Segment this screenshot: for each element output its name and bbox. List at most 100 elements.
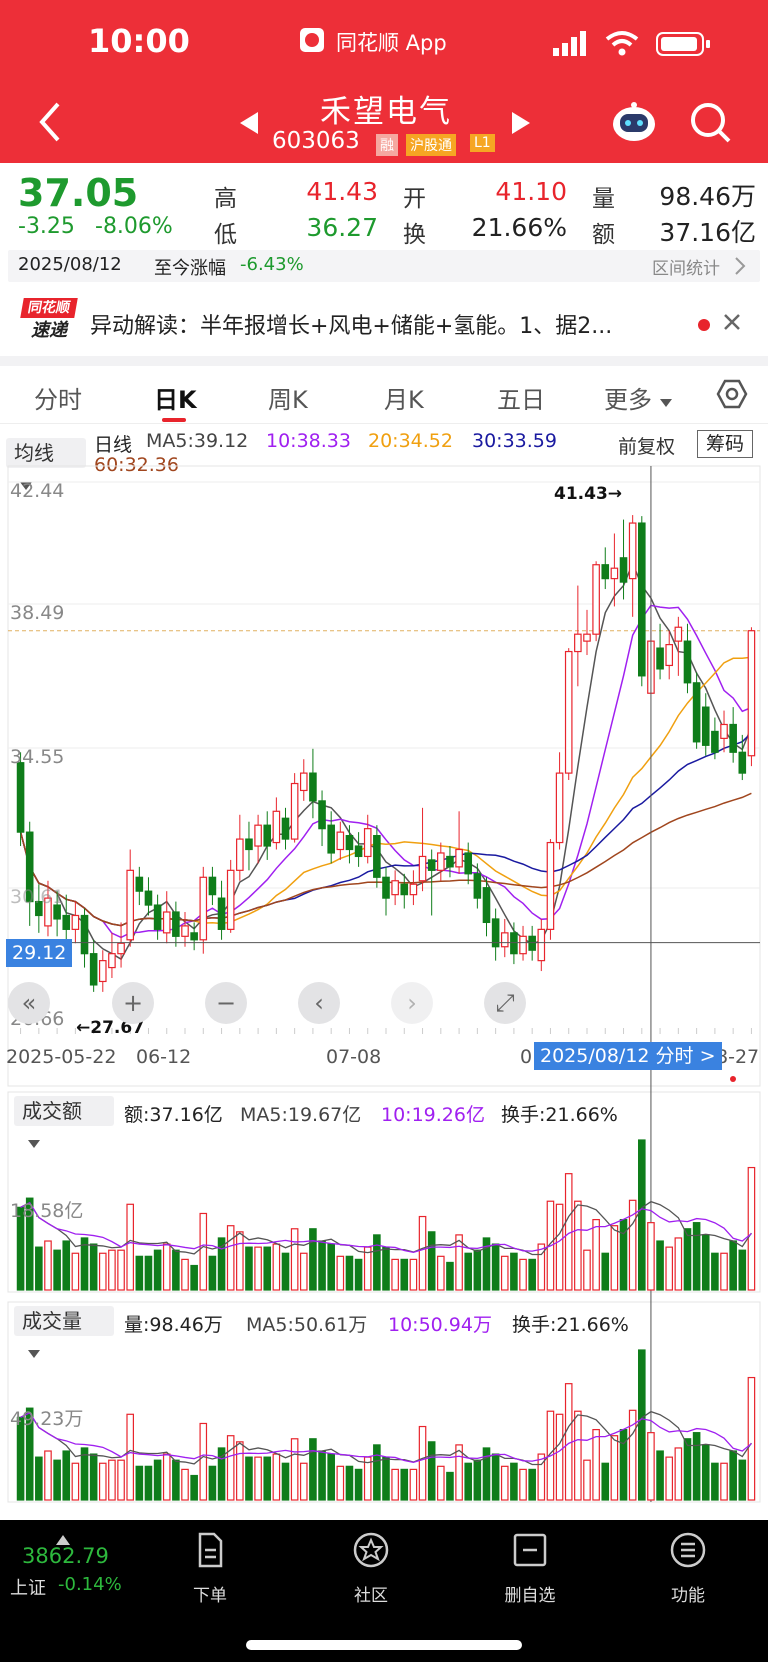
tab-weekly-k[interactable]: 周K	[268, 380, 308, 415]
signal-icon	[553, 30, 593, 56]
amount-bar	[491, 1243, 500, 1291]
volume-bar	[98, 1462, 107, 1501]
wifi-icon	[605, 30, 639, 60]
candle-body	[720, 723, 728, 739]
amount-bar	[199, 1212, 208, 1291]
x-label-2: 06-12	[136, 1046, 192, 1068]
robot-assistant-icon[interactable]	[610, 100, 658, 148]
news-ticker[interactable]: 同花顺 速递 异动解读：半年报增长+风电+储能+氢能。1、据2...	[0, 290, 768, 356]
amount-bar	[701, 1234, 710, 1291]
candle-body	[564, 650, 573, 774]
volume-bar	[153, 1459, 162, 1501]
candle-body	[272, 810, 281, 844]
tab-five-day[interactable]: 五日	[497, 380, 545, 415]
amount-dropdown[interactable]: 成交额	[14, 1096, 114, 1148]
volume-value: 98.46万	[659, 182, 756, 211]
tag-margin: 融	[376, 134, 398, 156]
zoom-in-icon[interactable]: +	[112, 982, 154, 1024]
amount-bar	[683, 1228, 692, 1291]
range-stats-link[interactable]: 区间统计	[652, 254, 720, 279]
amount-bar	[601, 1252, 610, 1291]
candle-body	[98, 960, 107, 983]
fullscreen-icon[interactable]: ⤢	[484, 982, 526, 1024]
amount-bar	[254, 1246, 262, 1291]
news-text[interactable]: 异动解读：半年报增长+风电+储能+氢能。1、据2...	[90, 308, 684, 340]
volume-panel-value: 量:98.46万	[124, 1314, 223, 1336]
scroll-right-icon[interactable]: ›	[391, 982, 433, 1024]
search-icon[interactable]	[688, 100, 732, 148]
amount-bar	[117, 1249, 125, 1291]
kline-chart-svg[interactable]	[0, 424, 768, 1519]
candle-body	[89, 953, 98, 986]
volume-bar	[236, 1441, 244, 1501]
next-stock-icon[interactable]	[510, 110, 532, 140]
nav-remove-watchlist-label: 删自选	[504, 1586, 556, 1606]
kline-y-label-2: 38.49	[10, 602, 65, 624]
amount-bar	[574, 1200, 582, 1291]
back-icon[interactable]	[36, 100, 64, 148]
volume-bar	[473, 1459, 482, 1501]
volume-bar	[555, 1413, 564, 1501]
candle-body	[199, 876, 208, 941]
volume-bar	[245, 1456, 253, 1501]
amount-bar	[409, 1258, 418, 1291]
candle-body	[546, 841, 555, 930]
volume-bar	[290, 1438, 299, 1501]
candle-body	[601, 564, 610, 580]
crosshair-date-label[interactable]: 2025/08/12 分时 >	[534, 1042, 722, 1070]
nav-remove-watchlist[interactable]: 删自选	[485, 1530, 575, 1606]
volume-bar	[400, 1468, 409, 1501]
section-divider	[0, 356, 768, 366]
volume-bar	[701, 1444, 710, 1501]
candle-body	[162, 911, 171, 934]
candle-body	[683, 640, 692, 684]
settings-hexagon-icon[interactable]	[716, 378, 748, 414]
tab-more[interactable]: 更多	[604, 380, 652, 415]
amount-panel-ma10: 10:19.26亿	[381, 1104, 485, 1126]
high-marker: 41.43→	[554, 484, 623, 504]
volume-dropdown[interactable]: 成交量	[14, 1306, 114, 1358]
candle-body	[610, 567, 619, 580]
zoom-out-icon[interactable]: −	[205, 982, 247, 1024]
amount-bar	[345, 1255, 354, 1291]
candle-body	[427, 859, 436, 871]
volume-bar	[281, 1462, 290, 1501]
period-tabs: 分时 日K 周K 月K 五日 更多	[0, 366, 768, 424]
tag-connect: 沪股通	[406, 134, 456, 156]
tab-daily-k[interactable]: 日K	[154, 380, 197, 415]
news-logo-top: 同花顺	[20, 298, 78, 318]
tab-intraday[interactable]: 分时	[34, 380, 82, 415]
status-time: 10:00	[88, 22, 190, 60]
volume-bar	[44, 1450, 52, 1501]
amount-bar	[363, 1246, 372, 1291]
volume-bar	[382, 1456, 390, 1501]
volume-bar	[117, 1459, 125, 1501]
volume-bar	[126, 1413, 134, 1501]
nav-functions[interactable]: 功能	[643, 1530, 733, 1606]
community-star-icon	[353, 1532, 389, 1568]
volume-bar	[619, 1428, 628, 1501]
close-icon[interactable]	[722, 312, 742, 336]
scroll-left-icon[interactable]: ‹	[298, 982, 340, 1024]
date-range-bar[interactable]: 2025/08/12 至今涨幅 -6.43% 区间统计	[8, 250, 760, 282]
tab-monthly-k[interactable]: 月K	[384, 380, 424, 415]
amount-bar	[327, 1243, 335, 1291]
amount-bar	[290, 1228, 299, 1291]
candle-body	[245, 838, 253, 851]
volume-bar	[263, 1456, 272, 1501]
app-name: 同花顺 App	[336, 31, 447, 55]
volume-bar	[528, 1468, 536, 1501]
amount-bar	[583, 1249, 591, 1291]
volume-bar	[354, 1468, 363, 1501]
candle-body	[236, 838, 244, 871]
nav-community[interactable]: 社区	[326, 1530, 416, 1606]
collapse-icon[interactable]: «	[8, 982, 50, 1024]
amount-bar	[647, 1222, 655, 1291]
candle-body	[318, 800, 326, 830]
amount-bar	[281, 1252, 290, 1291]
news-unread-dot	[698, 319, 710, 331]
prev-stock-icon[interactable]	[238, 110, 260, 140]
nav-order[interactable]: 下单	[165, 1530, 255, 1606]
active-tab-underline	[162, 418, 186, 422]
amount-bar	[638, 1139, 646, 1291]
